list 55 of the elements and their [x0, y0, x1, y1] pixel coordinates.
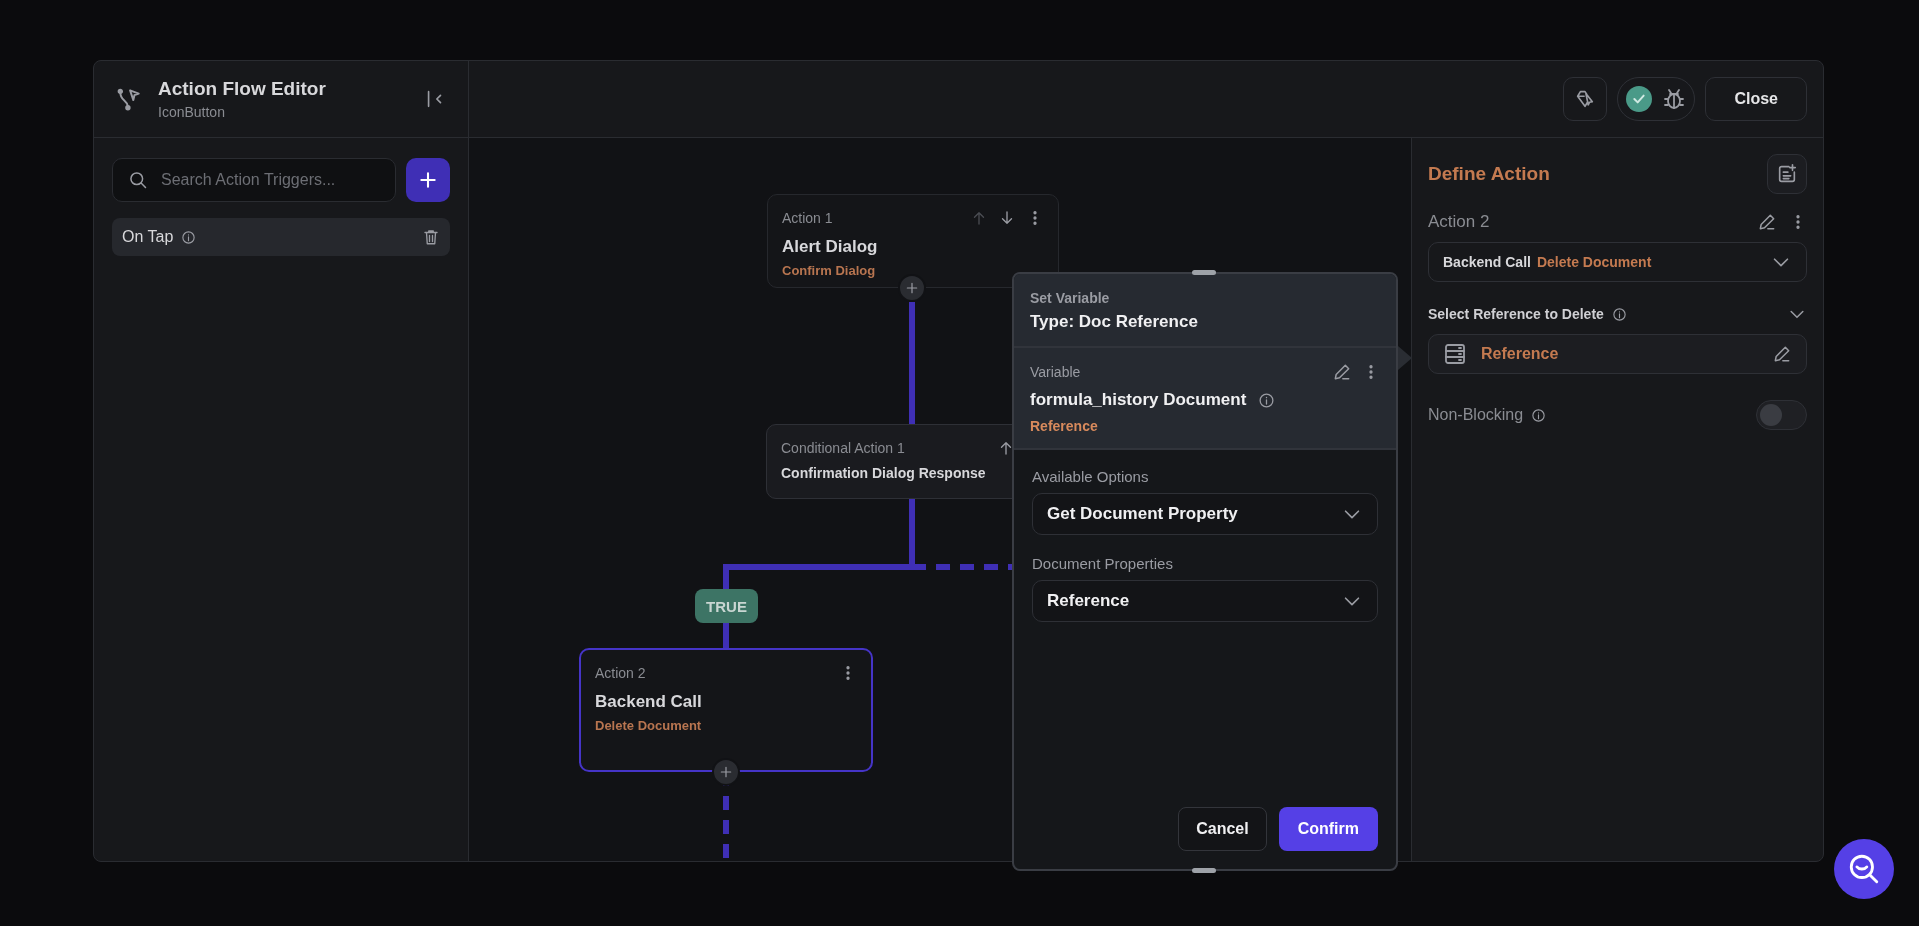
action-type-dropdown[interactable]: Backend Call Delete Document — [1428, 242, 1807, 282]
branch-label: TRUE — [695, 589, 758, 623]
info-icon — [1611, 306, 1627, 322]
non-blocking-toggle[interactable] — [1756, 400, 1807, 430]
variable-label: Variable — [1030, 364, 1082, 380]
search-fab[interactable] — [1834, 839, 1894, 899]
plus-icon — [418, 170, 438, 190]
database-icon — [1443, 342, 1467, 366]
pencil-icon[interactable] — [1757, 212, 1777, 232]
variable-type-heading: Type: Doc Reference — [1030, 312, 1199, 332]
variable-name: formula_history Document — [1030, 390, 1247, 410]
plus-icon — [904, 280, 920, 296]
action-node[interactable]: Action 2 Backend Call Delete Document — [579, 648, 873, 772]
trigger-label: On Tap — [122, 228, 174, 246]
option-dropdown[interactable]: Reference — [1032, 580, 1378, 622]
search-field[interactable]: Search Action Triggers... — [112, 158, 396, 202]
search-icon — [128, 170, 148, 190]
info-icon — [181, 229, 197, 245]
confirm-button[interactable]: Confirm — [1278, 807, 1378, 851]
reference-field[interactable]: Reference — [1428, 334, 1807, 374]
flow-cursor-icon — [116, 86, 142, 112]
info-icon — [1258, 391, 1276, 409]
drag-handle[interactable] — [1192, 868, 1216, 873]
pencil-icon[interactable] — [1332, 362, 1352, 382]
field-label: Document Properties — [1032, 555, 1174, 572]
node-subtitle: Confirm Dialog — [782, 263, 877, 278]
cancel-button[interactable]: Cancel — [1178, 807, 1267, 851]
gem-cursor-button[interactable] — [1563, 77, 1608, 121]
trash-icon[interactable] — [422, 228, 440, 246]
section-label: Select Reference to Delete — [1428, 306, 1604, 322]
non-blocking-label: Non-Blocking — [1428, 406, 1524, 424]
node-step: Action 1 — [782, 210, 960, 226]
node-step: Action 2 — [595, 665, 829, 681]
node-step: Conditional Action 1 — [781, 440, 987, 456]
drag-handle[interactable] — [1192, 270, 1216, 275]
editor-title: Action Flow Editor — [158, 78, 327, 100]
add-trigger-button[interactable] — [406, 158, 450, 202]
document-plus-icon — [1776, 163, 1798, 185]
action-node[interactable]: Action 1 Alert Dialog Confirm Dialog — [767, 194, 1059, 288]
bug-icon — [1662, 87, 1687, 111]
search-icon — [1847, 852, 1881, 886]
close-button[interactable]: Close — [1705, 77, 1807, 121]
plus-icon — [718, 764, 734, 780]
panel-title: Define Action — [1428, 163, 1550, 185]
add-document-button[interactable] — [1767, 154, 1807, 194]
pencil-icon[interactable] — [1772, 344, 1792, 364]
editor-subtitle: IconButton — [158, 104, 226, 120]
trigger-item[interactable]: On Tap — [112, 218, 450, 256]
popover-title: Set Variable — [1030, 290, 1111, 306]
info-icon — [1531, 407, 1547, 423]
node-title: Backend Call — [595, 692, 703, 712]
node-subtitle: Delete Document — [595, 718, 703, 733]
option-dropdown[interactable]: Get Document Property — [1032, 493, 1378, 535]
action-step: Action 2 — [1428, 212, 1745, 232]
node-title: Alert Dialog — [782, 237, 879, 257]
